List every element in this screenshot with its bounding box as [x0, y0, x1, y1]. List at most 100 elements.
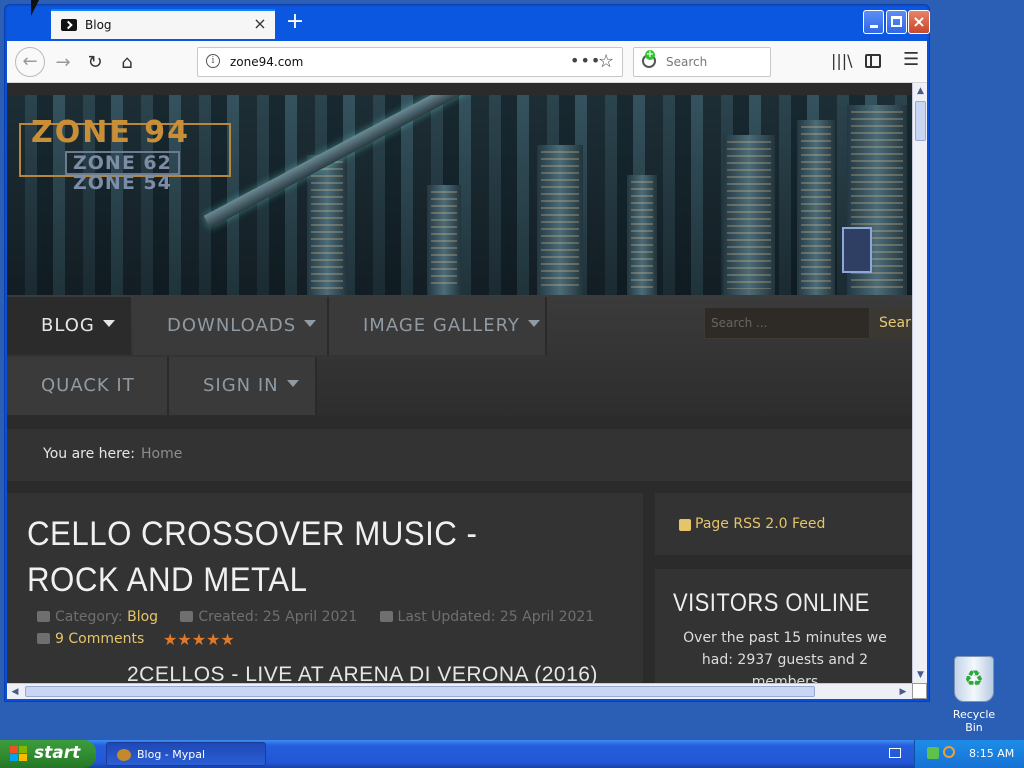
mouse-cursor-icon [31, 0, 39, 16]
minimize-icon [869, 25, 878, 28]
address-bar[interactable]: i zone94.com ••• ☆ [197, 47, 623, 77]
banner-billboard [842, 227, 872, 273]
search-tray-icon[interactable] [943, 746, 955, 758]
taskbar-item-mypal[interactable]: Blog - Mypal [106, 742, 266, 766]
rss-feed-link[interactable]: Page RSS 2.0 Feed [695, 516, 825, 532]
maximize-button[interactable] [886, 10, 907, 34]
recycle-bin-label: Recycle Bin [952, 708, 996, 734]
site-search-button[interactable]: Sear [871, 307, 912, 339]
site-logo[interactable]: ZONE 94 [31, 115, 190, 150]
calendar-icon [379, 611, 393, 622]
breadcrumb-label: You are here: [43, 446, 135, 462]
comment-icon [37, 633, 50, 644]
nav-gallery-label: IMAGE GALLERY [363, 315, 520, 336]
nav-signin-label: SIGN IN [203, 375, 279, 396]
clock[interactable]: 8:15 AM [969, 747, 1014, 760]
visitors-text: Over the past 15 minutes we had: 2937 gu… [683, 630, 887, 683]
logo-subtitle-2: ZONE 54 [73, 172, 172, 194]
nav-item-downloads[interactable]: DOWNLOADS [133, 297, 329, 355]
page-viewport: ZONE 94 ZONE 62 ZONE 54 BLOG DOWNLOADS I… [7, 83, 912, 683]
search-engine-icon [642, 50, 656, 68]
comments-count[interactable]: 9 Comments [55, 631, 144, 647]
article: CELLO CROSSOVER MUSIC - ROCK AND METAL C… [7, 493, 643, 683]
scroll-right-icon[interactable]: ▶ [897, 686, 909, 698]
library-icon[interactable]: |||\ [831, 51, 853, 70]
page-actions-icon[interactable]: ••• [570, 51, 601, 70]
system-tray: 8:15 AM [889, 740, 1024, 768]
comments-link[interactable]: 9 Comments [37, 631, 144, 647]
tab-bar: Blog × + × [7, 7, 930, 41]
start-button[interactable]: start [0, 740, 96, 768]
scroll-up-icon[interactable]: ▲ [915, 85, 926, 97]
info-icon[interactable]: i [206, 54, 220, 68]
nav-quack-label: QUACK IT [41, 375, 135, 396]
nav-item-quack-it[interactable]: QUACK IT [7, 357, 169, 415]
banner-tower [307, 155, 347, 295]
bookmark-star-icon[interactable]: ☆ [598, 51, 614, 72]
category-label: Category: [55, 609, 123, 625]
recycle-bin-icon [954, 656, 994, 702]
new-tab-button[interactable]: + [283, 11, 307, 35]
rating-stars[interactable]: ★★★★★ [163, 630, 235, 649]
article-subheading: 2CELLOS - LIVE AT ARENA DI VERONA (2016) [127, 663, 598, 683]
nav-item-image-gallery[interactable]: IMAGE GALLERY [329, 297, 547, 355]
sidebar-icon[interactable] [865, 54, 881, 68]
vertical-scrollbar[interactable]: ▲ ▼ [912, 83, 927, 683]
hamburger-menu-icon[interactable]: ☰ [903, 49, 919, 70]
nav-blog-label: BLOG [41, 315, 95, 336]
reload-icon[interactable]: ↻ [81, 49, 109, 77]
start-label: start [34, 743, 81, 763]
browser-search-placeholder: Search [666, 55, 708, 69]
close-window-button[interactable]: × [908, 10, 930, 34]
visitors-online-module: VISITORS ONLINE Over the past 15 minutes… [655, 569, 912, 683]
tab-blog[interactable]: Blog × [51, 9, 275, 39]
browser-window: Blog × + × ← → ↻ ⌂ i zone94.com ••• ☆ Se… [4, 4, 930, 702]
forward-arrow-icon[interactable]: → [49, 49, 77, 77]
tab-title: Blog [85, 18, 112, 32]
caret-down-icon [304, 320, 317, 327]
breadcrumb: You are here: Home [7, 429, 912, 481]
vertical-scroll-thumb[interactable] [915, 101, 926, 141]
rss-icon [679, 519, 691, 531]
horizontal-scrollbar[interactable]: ◀ ▶ [7, 683, 912, 699]
category-link[interactable]: Blog [127, 609, 158, 625]
banner-tower [723, 135, 775, 295]
url-text[interactable]: zone94.com [230, 55, 303, 69]
recycle-bin-desktop-icon[interactable]: Recycle Bin [944, 656, 1004, 734]
banner-tower [627, 175, 657, 295]
visitors-title: VISITORS ONLINE [673, 589, 870, 617]
article-meta: Category: Blog Created: 25 April 2021 La… [37, 609, 594, 625]
browser-search-field[interactable]: Search [633, 47, 771, 77]
keyboard-icon[interactable] [889, 748, 901, 758]
caret-down-icon [527, 320, 540, 327]
mypal-app-icon [117, 749, 131, 761]
back-arrow-icon[interactable]: ← [15, 47, 45, 77]
calendar-icon [180, 611, 194, 622]
article-title: CELLO CROSSOVER MUSIC - ROCK AND METAL [27, 515, 478, 599]
network-icon[interactable] [927, 747, 939, 759]
scrollbar-corner [912, 683, 927, 699]
nav-downloads-label: DOWNLOADS [167, 315, 297, 336]
scroll-down-icon[interactable]: ▼ [915, 669, 926, 681]
taskbar: start Blog - Mypal 8:15 AM [0, 740, 1024, 768]
rss-module: Page RSS 2.0 Feed [655, 493, 912, 555]
close-icon: × [912, 12, 926, 31]
horizontal-scroll-thumb[interactable] [25, 686, 815, 697]
caret-down-icon [102, 320, 115, 327]
folder-icon [37, 611, 50, 622]
minimize-button[interactable] [863, 10, 884, 34]
site-navigation: BLOG DOWNLOADS IMAGE GALLERY QUACK IT SI… [7, 295, 912, 417]
caret-down-icon [286, 380, 299, 387]
tab-close-icon[interactable]: × [251, 15, 269, 33]
breadcrumb-home: Home [141, 446, 183, 462]
maximize-icon [891, 16, 902, 27]
nav-item-blog[interactable]: BLOG [7, 297, 131, 355]
site-search-input[interactable]: Search ... [704, 307, 870, 339]
home-icon[interactable]: ⌂ [113, 49, 141, 77]
taskbar-item-label: Blog - Mypal [137, 748, 206, 761]
nav-item-sign-in[interactable]: SIGN IN [169, 357, 317, 415]
banner-tower [537, 145, 583, 295]
banner-skytrain [203, 95, 582, 229]
updated-date: Last Updated: 25 April 2021 [397, 609, 595, 625]
scroll-left-icon[interactable]: ◀ [9, 686, 21, 698]
